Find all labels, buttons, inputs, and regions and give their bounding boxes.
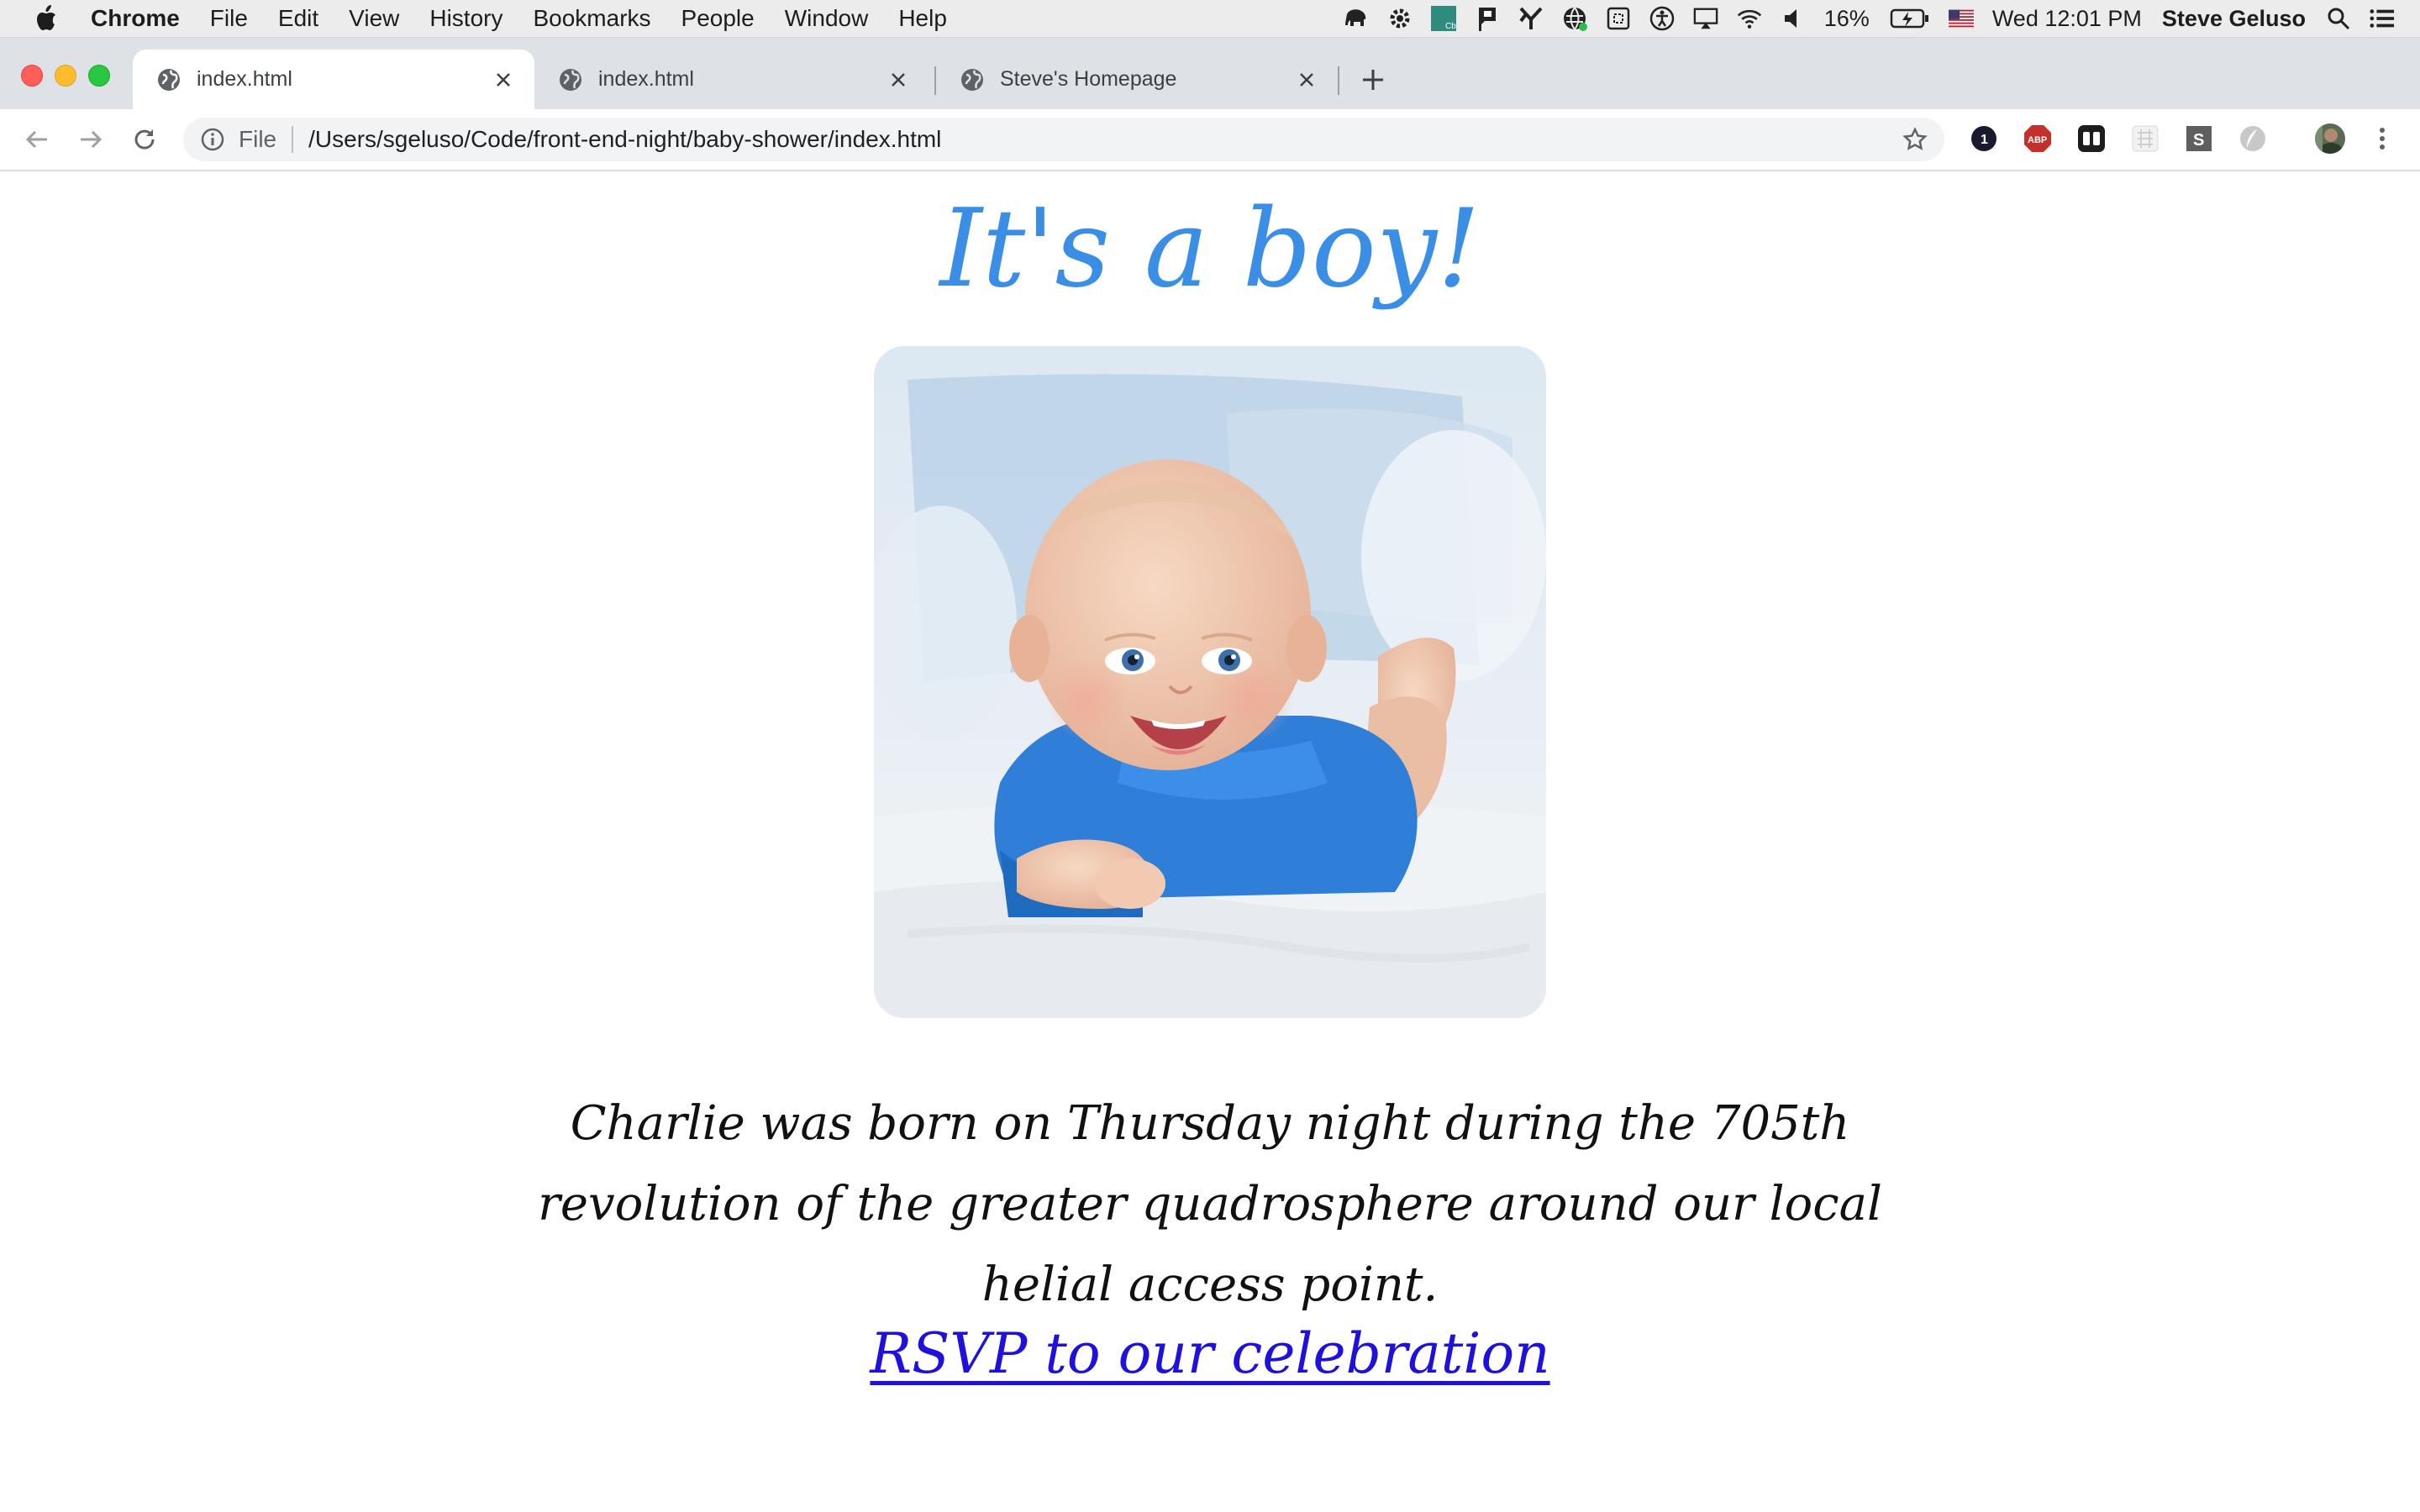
battery-charging-icon[interactable]: [1890, 6, 1930, 31]
bookmark-star-icon[interactable]: [1902, 127, 1928, 152]
globe-status-icon[interactable]: [1562, 6, 1587, 31]
airplay-icon[interactable]: [1693, 6, 1718, 31]
window-close-button[interactable]: [21, 65, 43, 87]
window-minimize-button[interactable]: [55, 65, 76, 87]
status-area: Cb 16% Wed 12:01 PM Steve Geluso: [1344, 0, 2420, 37]
menu-view[interactable]: View: [349, 5, 399, 32]
menu-file[interactable]: File: [210, 5, 248, 32]
svg-text:Cb: Cb: [1445, 22, 1456, 31]
announcement-text: Charlie was born on Thursday night durin…: [538, 1096, 1882, 1312]
menu-help[interactable]: Help: [898, 5, 947, 32]
tab-title: index.html: [197, 67, 292, 91]
browser-toolbar: File /Users/sgeluso/Code/front-end-night…: [0, 109, 2420, 171]
menu-edit[interactable]: Edit: [278, 5, 318, 32]
svg-text:ABP: ABP: [2028, 135, 2047, 145]
tab-strip: index.html index.html Steve's Homepage: [0, 38, 2420, 109]
menu-window[interactable]: Window: [785, 5, 869, 32]
info-icon[interactable]: [200, 127, 225, 152]
flag-speech-icon[interactable]: [1475, 6, 1500, 31]
tab-close-icon[interactable]: [886, 67, 911, 92]
globe-favicon-icon: [560, 68, 581, 91]
menu-history[interactable]: History: [429, 5, 502, 32]
feather-extension-icon[interactable]: [2238, 124, 2267, 153]
tab-steves-homepage[interactable]: Steve's Homepage: [936, 50, 1338, 109]
forward-button[interactable]: [76, 124, 106, 155]
elephant-icon[interactable]: [1344, 6, 1369, 31]
rsvp-link[interactable]: RSVP to our celebration: [870, 1321, 1549, 1386]
screen-capture-icon[interactable]: [1606, 6, 1631, 31]
window-zoom-button[interactable]: [88, 65, 110, 87]
menubar-clock[interactable]: Wed 12:01 PM: [1992, 6, 2142, 32]
us-flag-icon[interactable]: [1948, 6, 1974, 31]
omnibox-divider: [292, 126, 294, 153]
spotlight-search-icon[interactable]: [2326, 6, 2351, 31]
wifi-icon[interactable]: [1737, 6, 1762, 31]
apple-icon[interactable]: [34, 5, 57, 32]
notification-center-icon[interactable]: [2370, 6, 2395, 31]
rsvp-container: RSVP to our celebration: [0, 1312, 2420, 1396]
tweetdeck-icon[interactable]: [2077, 124, 2106, 153]
tab-index-2[interactable]: index.html: [534, 50, 929, 109]
grid-extension-icon[interactable]: [2131, 124, 2160, 153]
tab-close-icon[interactable]: [1294, 67, 1319, 92]
address-bar[interactable]: File /Users/sgeluso/Code/front-end-night…: [183, 118, 1944, 161]
s-extension-icon[interactable]: S: [2185, 124, 2213, 153]
gear-status-icon[interactable]: [1387, 6, 1413, 31]
battery-percent: 16%: [1823, 5, 1870, 31]
avatar[interactable]: [2314, 123, 2346, 155]
menu-bookmarks[interactable]: Bookmarks: [533, 5, 650, 32]
menu-people[interactable]: People: [681, 5, 755, 32]
back-button[interactable]: [22, 124, 52, 155]
new-tab-button[interactable]: [1356, 63, 1390, 97]
globe-favicon-icon: [158, 68, 180, 91]
tab-separator: [1338, 66, 1339, 95]
scheme-label: File: [239, 126, 277, 152]
baby-photo: [874, 346, 1546, 1018]
menubar-user[interactable]: Steve Geluso: [2162, 6, 2306, 32]
tab-title: index.html: [598, 67, 694, 91]
tab-title: Steve's Homepage: [1000, 67, 1177, 91]
page-heading: It's a boy!: [939, 186, 1481, 312]
globe-favicon-icon: [961, 68, 983, 91]
accessibility-icon[interactable]: [1649, 6, 1675, 31]
url-text[interactable]: /Users/sgeluso/Code/front-end-night/baby…: [308, 126, 941, 153]
reload-button[interactable]: [129, 124, 160, 155]
menu-app-chrome[interactable]: Chrome: [91, 5, 180, 32]
chrome-menu-icon[interactable]: [2368, 124, 2396, 153]
svg-text:S: S: [2193, 131, 2204, 150]
cb-icon[interactable]: Cb: [1430, 6, 1456, 31]
1password-icon[interactable]: 1: [1970, 124, 1998, 153]
svg-text:1: 1: [1981, 133, 1988, 147]
adblock-icon[interactable]: ABP: [2023, 124, 2052, 153]
tab-index-active[interactable]: index.html: [133, 50, 534, 109]
volume-icon[interactable]: [1781, 6, 1806, 31]
macos-menubar: Chrome File Edit View History Bookmarks …: [0, 0, 2420, 38]
y-branch-icon[interactable]: [1518, 6, 1544, 31]
tab-close-icon[interactable]: [491, 67, 516, 92]
